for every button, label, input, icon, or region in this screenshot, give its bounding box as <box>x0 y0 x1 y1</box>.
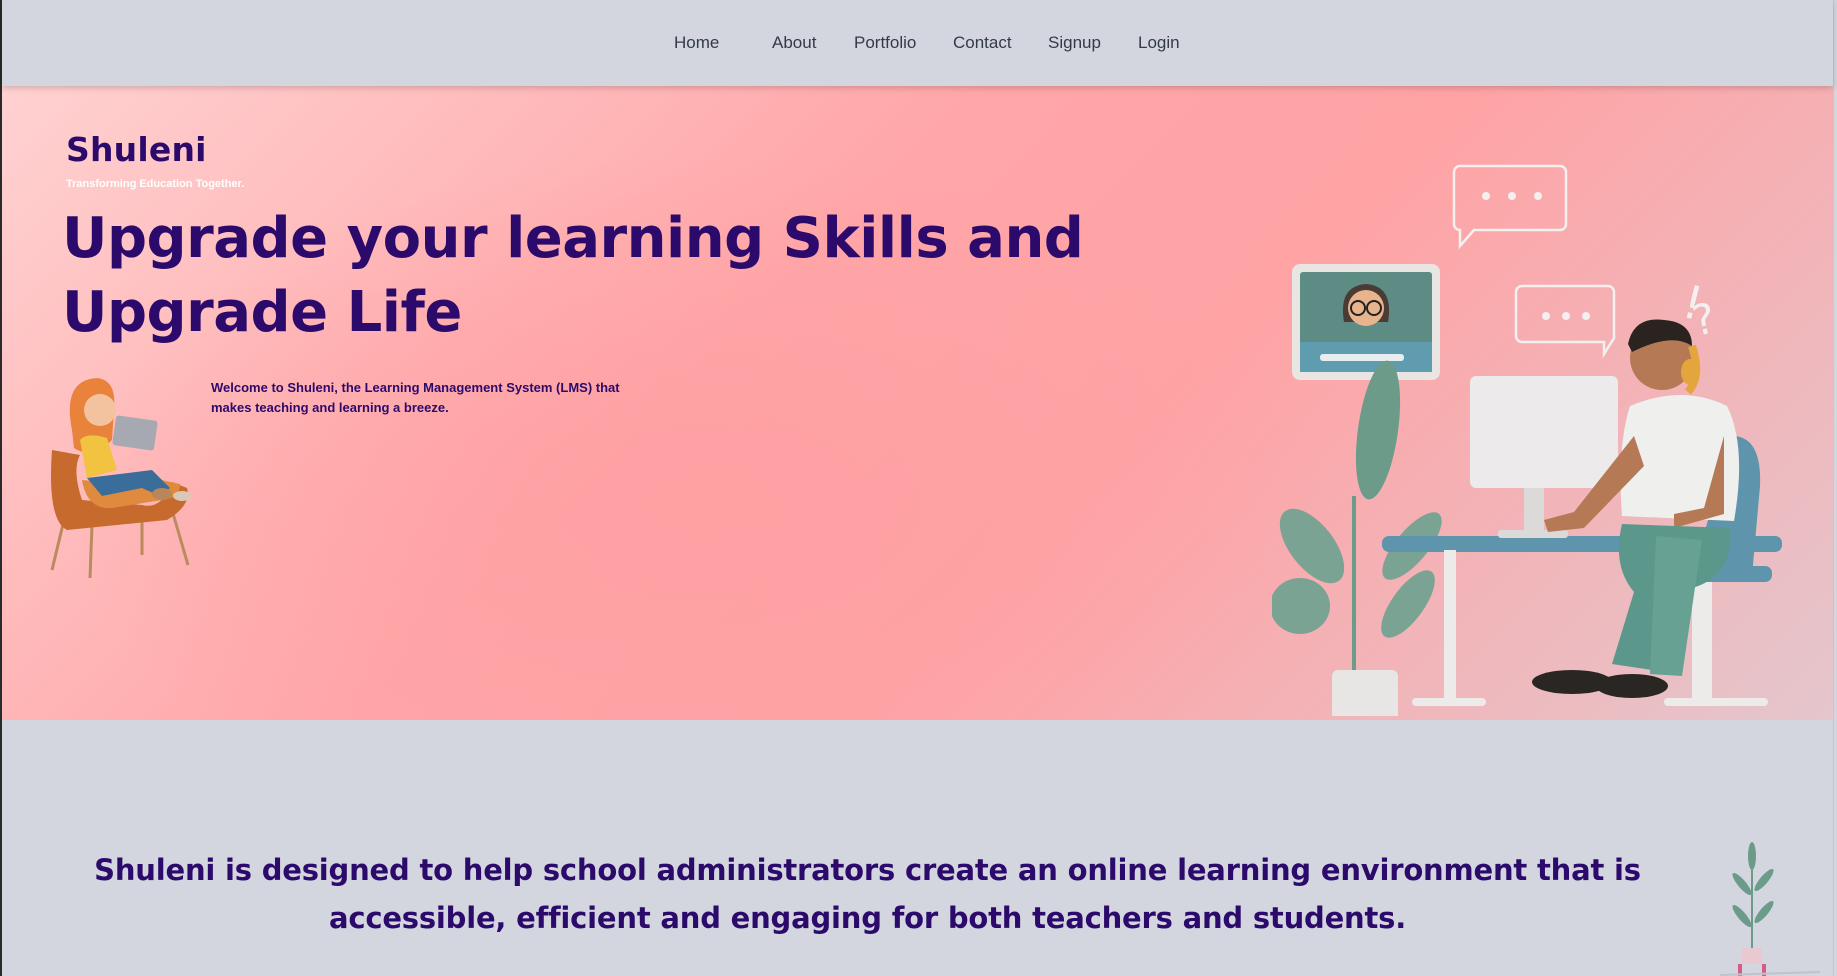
nav-link-login[interactable]: Login <box>1138 33 1180 53</box>
svg-text:?: ? <box>1688 293 1720 346</box>
nav-link-signup[interactable]: Signup <box>1048 33 1101 53</box>
small-plant-decoration <box>1720 842 1820 976</box>
nav-link-about[interactable]: About <box>772 33 816 53</box>
girl-reading-illustration <box>50 378 191 579</box>
nav-link-portfolio[interactable]: Portfolio <box>854 33 916 53</box>
brand-tagline: Transforming Education Together. <box>66 178 245 190</box>
brand-name: Shuleni <box>66 130 207 169</box>
hero-title: Upgrade your learning Skills and Upgrade… <box>62 206 1084 345</box>
about-description: Shuleni is designed to help school admin… <box>94 853 1641 935</box>
hero-welcome-text: Welcome to Shuleni, the Learning Managem… <box>211 380 620 415</box>
man-at-computer-illustration: ! ? <box>1272 164 1782 716</box>
nav-link-contact[interactable]: Contact <box>953 33 1012 53</box>
top-navbar: Home About Portfolio Contact Signup Logi… <box>2 0 1833 86</box>
scrollbar-track[interactable] <box>1833 0 1837 976</box>
hero-section: Shuleni Transforming Education Together.… <box>2 86 1833 720</box>
nav-link-home[interactable]: Home <box>674 33 719 53</box>
